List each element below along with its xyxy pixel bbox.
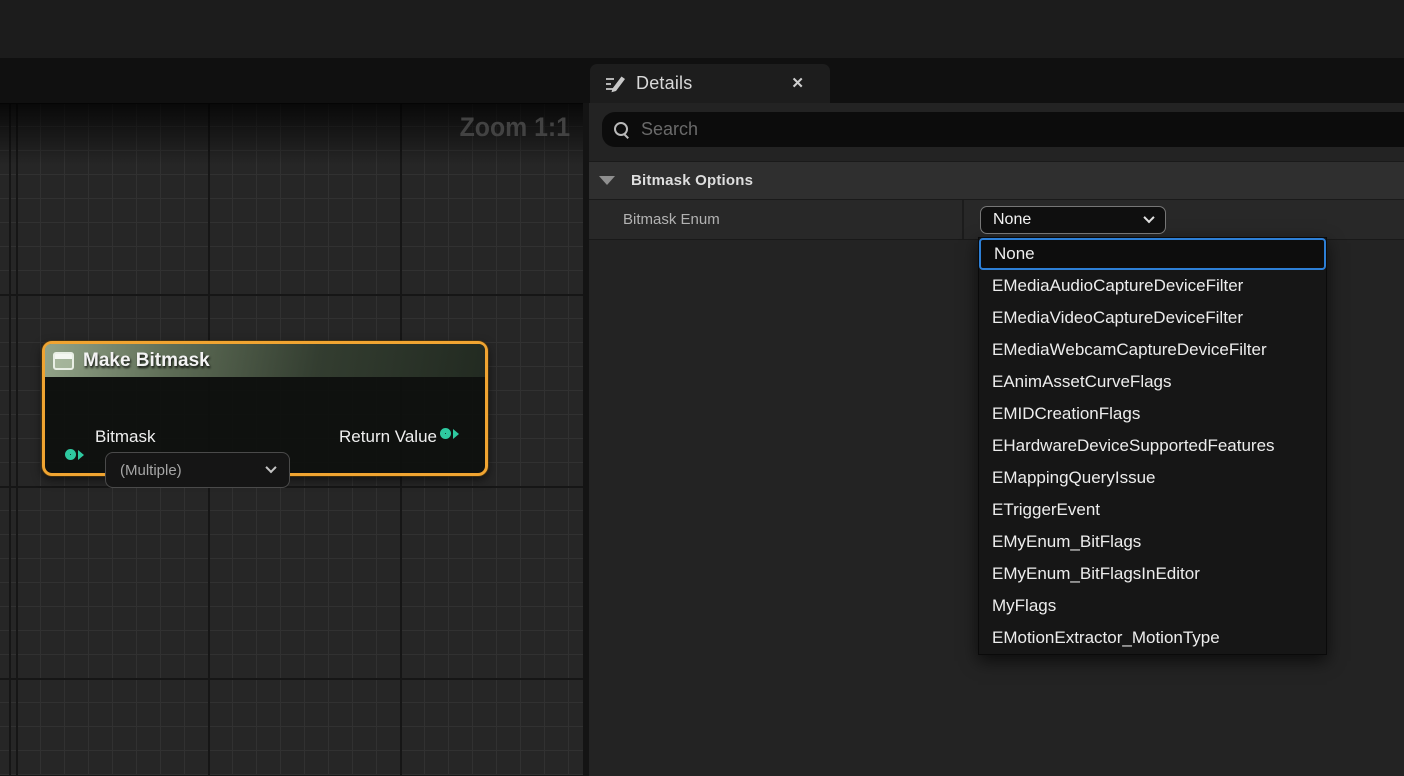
unreal-editor-window: Details ✕ Zoom 1:1 Make Bitmask Bitmask … bbox=[0, 0, 1404, 776]
enum-option[interactable]: EMotionExtractor_MotionType bbox=[979, 622, 1326, 654]
blueprint-graph-canvas[interactable]: Zoom 1:1 Make Bitmask Bitmask (Multiple)… bbox=[0, 103, 583, 776]
tab-details[interactable]: Details ✕ bbox=[590, 64, 830, 103]
pin-ring-icon bbox=[65, 449, 76, 460]
enum-option[interactable]: EMediaAudioCaptureDeviceFilter bbox=[979, 270, 1326, 302]
bitmask-value-text: (Multiple) bbox=[120, 462, 182, 479]
pin-ring-icon bbox=[440, 428, 451, 439]
enum-option[interactable]: ETriggerEvent bbox=[979, 494, 1326, 526]
editor-top-bar bbox=[0, 0, 1404, 58]
zoom-level-indicator: Zoom 1:1 bbox=[460, 112, 570, 143]
enum-option[interactable]: MyFlags bbox=[979, 590, 1326, 622]
search-icon bbox=[614, 122, 629, 137]
enum-option[interactable]: EAnimAssetCurveFlags bbox=[979, 366, 1326, 398]
return-value-output-pin[interactable] bbox=[440, 428, 459, 439]
enum-option[interactable]: EHardwareDeviceSupportedFeatures bbox=[979, 430, 1326, 462]
details-panel: Bitmask Options Bitmask Enum None NoneEM… bbox=[589, 103, 1404, 776]
details-pencil-icon bbox=[604, 74, 626, 94]
chevron-down-icon bbox=[1143, 211, 1154, 222]
pin-arrow-icon bbox=[453, 429, 459, 439]
pin-arrow-icon bbox=[78, 450, 84, 460]
bitmask-input-pin[interactable] bbox=[65, 449, 84, 460]
bitmask-enum-value: None bbox=[993, 211, 1031, 229]
enum-option[interactable]: EMIDCreationFlags bbox=[979, 398, 1326, 430]
node-header[interactable]: Make Bitmask bbox=[45, 344, 485, 377]
enum-option[interactable]: EMyEnum_BitFlagsInEditor bbox=[979, 558, 1326, 590]
chevron-down-icon bbox=[265, 461, 276, 472]
bitmask-value-dropdown[interactable]: (Multiple) bbox=[105, 452, 290, 488]
bitmask-enum-dropdown-button[interactable]: None bbox=[980, 206, 1166, 234]
enum-option[interactable]: EMediaVideoCaptureDeviceFilter bbox=[979, 302, 1326, 334]
expander-arrow-icon[interactable] bbox=[599, 176, 615, 185]
bitmask-enum-dropdown-list: NoneEMediaAudioCaptureDeviceFilterEMedia… bbox=[978, 237, 1327, 655]
enum-option[interactable]: EMyEnum_BitFlags bbox=[979, 526, 1326, 558]
make-bitmask-node[interactable]: Make Bitmask Bitmask (Multiple) Return V… bbox=[42, 341, 488, 476]
enum-option[interactable]: EMediaWebcamCaptureDeviceFilter bbox=[979, 334, 1326, 366]
enum-option[interactable]: EMappingQueryIssue bbox=[979, 462, 1326, 494]
column-divider[interactable] bbox=[962, 200, 964, 239]
tab-well: Details ✕ bbox=[0, 58, 1404, 103]
close-icon[interactable]: ✕ bbox=[791, 76, 804, 91]
tab-details-label: Details bbox=[636, 73, 692, 94]
enum-option[interactable]: None bbox=[979, 238, 1326, 270]
node-body: Bitmask (Multiple) Return Value bbox=[45, 377, 485, 473]
node-title: Make Bitmask bbox=[83, 350, 210, 372]
section-title: Bitmask Options bbox=[631, 172, 753, 189]
property-name-label: Bitmask Enum bbox=[623, 211, 720, 228]
search-input[interactable] bbox=[641, 119, 1404, 140]
input-pin-label: Bitmask bbox=[95, 427, 155, 447]
make-struct-icon bbox=[53, 352, 74, 370]
output-pin-label: Return Value bbox=[339, 427, 437, 447]
details-search-bar[interactable] bbox=[602, 112, 1404, 147]
section-bitmask-options[interactable]: Bitmask Options bbox=[589, 161, 1404, 200]
